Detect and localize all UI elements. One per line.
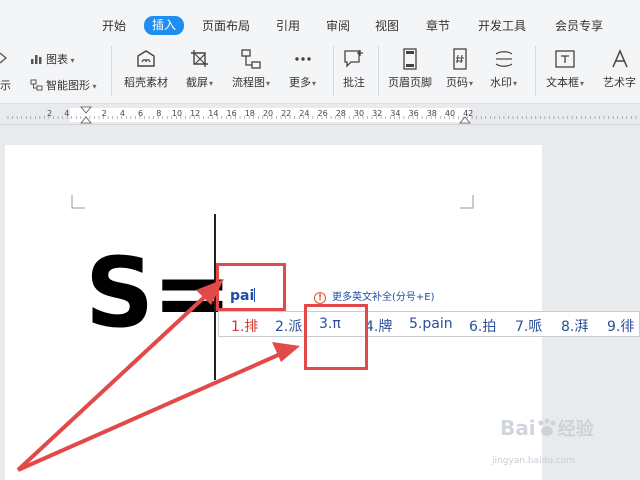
paw-icon (538, 418, 556, 436)
arrow-line (17, 350, 286, 472)
watermark-url: jingyan.baidu.com (492, 456, 576, 466)
arrow-head (272, 342, 300, 362)
watermark-brand-cn: 经验 (557, 419, 594, 440)
watermark-brand: Bai (500, 416, 536, 440)
baidu-watermark: Bai 经验 (500, 415, 594, 441)
annotation-arrows (16, 279, 300, 472)
arrow-line (16, 288, 214, 472)
